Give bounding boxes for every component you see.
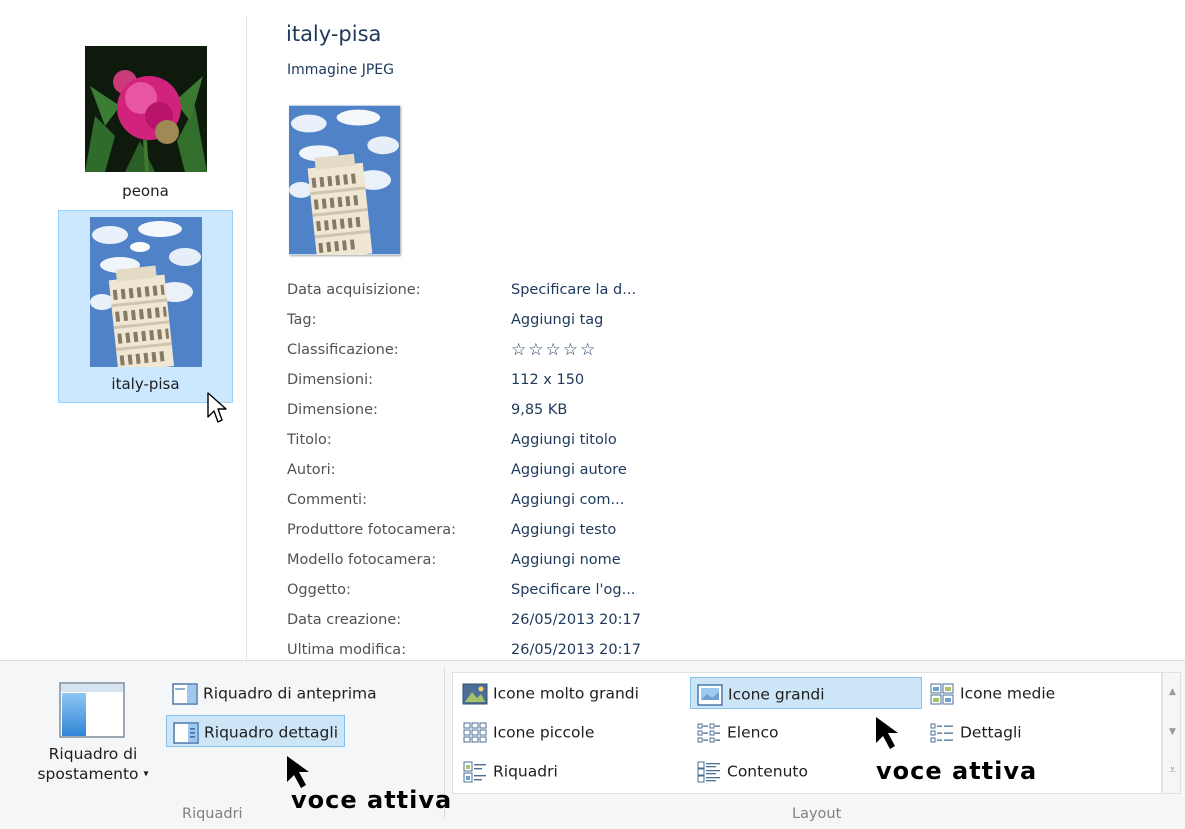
layout-small-icons[interactable]: Icone piccole (456, 716, 600, 748)
navigation-pane-icon (59, 682, 125, 738)
details-view-icon (930, 723, 953, 742)
property-value[interactable]: Aggiungi titolo (511, 425, 617, 455)
property-value[interactable]: Aggiungi testo (511, 515, 616, 545)
property-label: Autori: (287, 462, 336, 478)
property-value[interactable]: Specificare la d... (511, 275, 636, 305)
scroll-down-icon[interactable]: ▼ (1163, 727, 1182, 737)
layout-extra-large-icons[interactable]: Icone molto grandi (456, 677, 645, 709)
content-icon (697, 761, 720, 782)
details-view-label: Dettagli (960, 723, 1022, 742)
layout-content[interactable]: Contenuto (690, 755, 814, 787)
property-label: Classificazione: (287, 342, 399, 358)
file-name-peona: peona (122, 182, 169, 200)
tiles-icon (463, 761, 486, 782)
small-icons-label: Icone piccole (493, 723, 595, 742)
details-pane-icon (173, 721, 199, 744)
layout-details[interactable]: Dettagli (923, 716, 1028, 748)
preview-pane-button[interactable]: Riquadro di anteprima (166, 677, 383, 709)
property-label: Tag: (287, 312, 317, 328)
property-value: 26/05/2013 20:17 (511, 612, 641, 628)
navigation-pane-button[interactable]: Riquadro di spostamento ▾ (18, 672, 168, 798)
medium-icons-icon (930, 683, 954, 704)
extra-large-icons-icon (462, 683, 488, 704)
property-label: Dimensione: (287, 402, 378, 418)
group-label-layout: Layout (792, 806, 842, 822)
details-pane-label: Riquadro dettagli (204, 723, 338, 742)
layout-list[interactable]: Elenco (690, 716, 784, 748)
annotation-active-item-layout: voce attiva (876, 757, 1038, 785)
property-value[interactable]: Aggiungi com... (511, 485, 624, 515)
preview-pane-label: Riquadro di anteprima (203, 684, 377, 703)
dropdown-arrow-icon: ▾ (143, 768, 149, 780)
property-value: 9,85 KB (511, 402, 568, 418)
group-label-panes: Riquadri (182, 806, 243, 822)
file-item-italy-pisa[interactable]: italy-pisa (58, 210, 233, 403)
property-label: Data acquisizione: (287, 282, 421, 298)
property-label: Produttore fotocamera: (287, 522, 456, 538)
scroll-up-icon[interactable]: ▲ (1163, 687, 1182, 697)
layout-gallery-scrollbar: ▲ ▼ ⩡ (1162, 672, 1181, 794)
list-label: Elenco (727, 723, 779, 742)
content-label: Contenuto (727, 762, 808, 781)
property-label: Data creazione: (287, 612, 402, 628)
property-label: Titolo: (287, 432, 332, 448)
layout-large-icons[interactable]: Icone grandi (690, 677, 922, 709)
rating-stars[interactable]: ☆☆☆☆☆ (511, 335, 597, 365)
layout-medium-icons[interactable]: Icone medie (923, 677, 1061, 709)
annotation-active-item-panes: voce attiva (291, 786, 453, 814)
file-item-peona[interactable]: peona (58, 40, 233, 210)
property-value[interactable]: Aggiungi autore (511, 455, 627, 485)
property-value[interactable]: Aggiungi tag (511, 305, 603, 335)
preview-pane-icon (172, 682, 198, 705)
annotation-arrow-icon (876, 717, 898, 749)
property-label: Commenti: (287, 492, 367, 508)
property-label: Modello fotocamera: (287, 552, 437, 568)
details-file-type: Immagine JPEG (287, 62, 394, 78)
large-icons-label: Icone grandi (728, 685, 825, 704)
property-value[interactable]: Aggiungi nome (511, 545, 621, 575)
navigation-pane-label-line1: Riquadro di (48, 745, 138, 763)
peony-thumbnail (84, 46, 207, 172)
details-file-name: italy-pisa (286, 22, 382, 46)
tiles-label: Riquadri (493, 762, 558, 781)
gallery-more-icon[interactable]: ⩡ (1163, 763, 1182, 778)
layout-tiles[interactable]: Riquadri (456, 755, 564, 787)
property-value: 112 x 150 (511, 372, 585, 388)
pane-divider (246, 15, 247, 660)
property-label: Dimensioni: (287, 372, 373, 388)
list-icon (697, 723, 720, 742)
pisa-thumbnail (89, 217, 202, 367)
mouse-pointer-icon (207, 392, 227, 423)
medium-icons-label: Icone medie (960, 684, 1056, 703)
extra-large-icons-label: Icone molto grandi (493, 684, 639, 703)
property-value[interactable]: Specificare l'og... (511, 575, 635, 605)
details-pane-button[interactable]: Riquadro dettagli (166, 715, 345, 747)
property-label: Oggetto: (287, 582, 351, 598)
details-preview-thumbnail (289, 105, 400, 255)
navigation-pane-label-line2: spostamento (37, 765, 139, 783)
small-icons-icon (463, 722, 487, 742)
large-icons-icon (697, 683, 723, 706)
